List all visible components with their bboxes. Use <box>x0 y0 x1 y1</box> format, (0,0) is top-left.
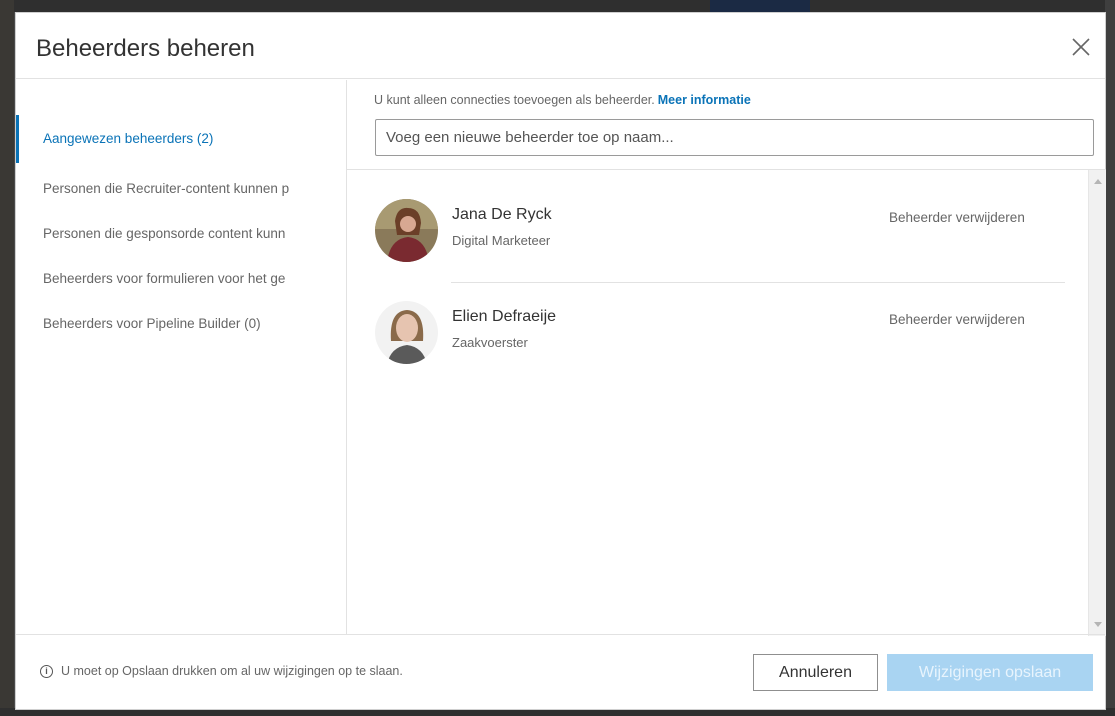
avatar-photo-icon <box>375 199 438 262</box>
scroll-down-icon[interactable] <box>1089 616 1106 632</box>
scroll-up-icon[interactable] <box>1089 174 1106 190</box>
sidebar-item-recruiter-content[interactable]: Personen die Recruiter-content kunnen p <box>16 166 346 211</box>
scrollbar[interactable] <box>1088 170 1106 636</box>
admin-role: Zaakvoerster <box>452 335 528 350</box>
admin-list: Jana De Ryck Digital Marketeer Beheerder… <box>347 169 1106 636</box>
backdrop-top <box>0 0 1115 12</box>
admin-role: Digital Marketeer <box>452 233 551 248</box>
main-panel: U kunt alleen connecties toevoegen als b… <box>346 80 1106 636</box>
close-icon <box>1072 38 1090 56</box>
footer-note: i U moet op Opslaan drukken om al uw wij… <box>40 664 403 678</box>
sidebar-item-pipeline-builder[interactable]: Beheerders voor Pipeline Builder (0) <box>16 301 346 346</box>
sidebar-item-designated-admins[interactable]: Aangewezen beheerders (2) <box>16 115 346 163</box>
row-divider <box>451 282 1065 283</box>
close-button[interactable] <box>1067 33 1095 61</box>
more-info-link[interactable]: Meer informatie <box>658 93 751 107</box>
backdrop-left <box>0 0 14 716</box>
info-icon: i <box>40 664 53 678</box>
footer-note-text: U moet op Opslaan drukken om al uw wijzi… <box>61 664 403 678</box>
add-admin-search-input[interactable] <box>375 119 1094 156</box>
avatar <box>375 199 438 262</box>
cancel-button[interactable]: Annuleren <box>753 654 878 691</box>
dialog-title: Beheerders beheren <box>36 35 255 62</box>
admin-name: Jana De Ryck <box>452 206 552 223</box>
info-line: U kunt alleen connecties toevoegen als b… <box>374 93 751 107</box>
list-item: Elien Defraeije Zaakvoerster Beheerder v… <box>375 301 1075 371</box>
avatar-photo-icon <box>375 301 438 364</box>
avatar <box>375 301 438 364</box>
save-changes-button[interactable]: Wijzigingen opslaan <box>887 654 1093 691</box>
remove-admin-button[interactable]: Beheerder verwijderen <box>889 210 1025 225</box>
sidebar-item-sponsored-content[interactable]: Personen die gesponsorde content kunn <box>16 211 346 256</box>
list-item: Jana De Ryck Digital Marketeer Beheerder… <box>375 199 1075 269</box>
backdrop-right <box>1105 0 1115 716</box>
admin-name: Elien Defraeije <box>452 308 557 325</box>
dialog-footer: i U moet op Opslaan drukken om al uw wij… <box>16 634 1105 709</box>
sidebar: Aangewezen beheerders (2) Personen die R… <box>16 80 346 635</box>
remove-admin-button[interactable]: Beheerder verwijderen <box>889 312 1025 327</box>
sidebar-item-form-admins[interactable]: Beheerders voor formulieren voor het ge <box>16 256 346 301</box>
dialog-header: Beheerders beheren <box>16 13 1105 79</box>
manage-admins-dialog: Beheerders beheren Aangewezen beheerders… <box>15 12 1106 710</box>
info-text: U kunt alleen connecties toevoegen als b… <box>374 93 655 107</box>
backdrop-nav-block <box>710 0 810 12</box>
